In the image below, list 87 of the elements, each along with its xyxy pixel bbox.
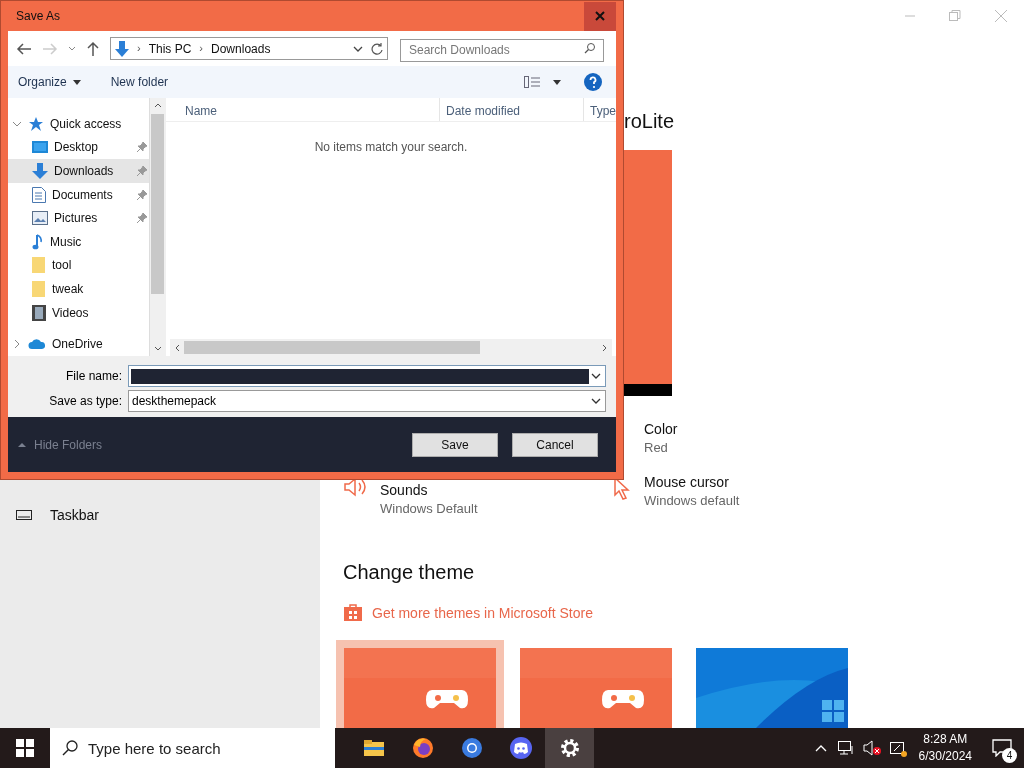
page-heading: roLite <box>624 109 675 134</box>
setting-value: Windows default <box>644 492 740 510</box>
folder-icon <box>32 280 46 297</box>
close-button[interactable] <box>584 1 616 31</box>
picture-icon <box>32 211 48 226</box>
setting-label[interactable]: Mouse cursor <box>644 473 740 491</box>
tree-item[interactable]: tweak <box>8 277 149 301</box>
setting-value: Red <box>644 439 669 457</box>
tree-item[interactable]: Quick access <box>50 114 122 133</box>
taskbar-app[interactable] <box>545 728 594 768</box>
film-icon <box>32 304 46 321</box>
window-title: Save As <box>16 8 61 25</box>
column-header[interactable]: Type <box>584 98 616 121</box>
field-label: Save as type: <box>48 393 123 410</box>
cloud-icon <box>28 338 46 351</box>
new-folder-button[interactable]: New folder <box>110 73 169 91</box>
hide-folders-button[interactable]: Hide Folders <box>18 435 103 454</box>
notification-icon[interactable] <box>992 739 1012 757</box>
breadcrumb-item[interactable]: Downloads <box>211 39 271 58</box>
setting-label[interactable]: Color <box>644 420 678 438</box>
chevron-up-icon[interactable] <box>814 744 827 752</box>
caret-icon <box>72 79 81 85</box>
pin-icon[interactable] <box>137 189 147 200</box>
column-header[interactable]: Date modified <box>440 98 584 121</box>
folder-icon <box>32 257 46 274</box>
breadcrumb-separator[interactable]: › <box>199 40 204 57</box>
save-as-type-dropdown[interactable]: deskthemepack <box>128 390 606 412</box>
column-header[interactable]: Name <box>166 98 440 121</box>
tree-item[interactable]: OneDrive <box>52 335 103 354</box>
search-field[interactable]: Search Downloads <box>400 38 604 62</box>
up-arrow-icon[interactable] <box>86 40 100 57</box>
sidebar-item[interactable]: Taskbar <box>50 505 100 526</box>
chevron-down-icon[interactable] <box>589 372 603 380</box>
scrollbar[interactable] <box>149 98 166 356</box>
taskbar-icon <box>16 509 32 522</box>
help-icon[interactable] <box>584 73 602 91</box>
notification-badge: 4 <box>1002 748 1017 763</box>
setting-label[interactable]: Sounds <box>380 481 478 499</box>
star-icon <box>28 115 44 132</box>
search-icon <box>584 42 596 54</box>
clock-date[interactable]: 6/30/2024 <box>918 748 972 765</box>
field-label: File name: <box>64 368 123 385</box>
windows-start-icon[interactable] <box>16 739 34 757</box>
chat-app-icon <box>508 736 533 760</box>
tree-item[interactable]: tool <box>8 253 149 278</box>
music-note-icon <box>32 233 44 250</box>
save-button[interactable]: Save <box>412 432 498 457</box>
file-name-field[interactable] <box>128 365 606 387</box>
search-icon <box>62 740 78 756</box>
pin-icon[interactable] <box>137 213 147 224</box>
organize-menu[interactable]: Organize <box>18 73 81 91</box>
address-bar[interactable]: › This PC › Downloads <box>110 37 388 60</box>
tree-item[interactable]: Desktop <box>8 135 149 160</box>
desktop-icon <box>32 140 48 155</box>
chevron-down-icon[interactable] <box>589 397 603 405</box>
section-heading: Change theme <box>343 560 475 585</box>
cancel-button[interactable]: Cancel <box>512 432 598 457</box>
tree-item[interactable]: Documents <box>8 182 149 207</box>
tree-item[interactable]: Pictures <box>8 206 149 230</box>
muted-speaker-icon[interactable] <box>862 740 881 756</box>
back-arrow-icon[interactable] <box>16 41 32 56</box>
chevron-right-icon[interactable] <box>12 339 22 350</box>
fox-globe-icon <box>410 736 435 760</box>
document-icon <box>32 186 46 203</box>
theme-tile[interactable] <box>336 640 504 728</box>
caret-up-icon <box>18 442 26 447</box>
close-icon <box>595 11 605 21</box>
battery-icon[interactable] <box>888 739 907 757</box>
view-options-icon[interactable] <box>524 76 562 88</box>
clock-time[interactable]: 8:28 AM <box>923 731 968 748</box>
breadcrumb-separator[interactable]: › <box>137 40 141 57</box>
pin-icon[interactable] <box>137 142 147 153</box>
setting-value: Windows Default <box>380 500 478 518</box>
empty-message: No items match your search. <box>314 139 468 156</box>
tree-item[interactable]: Downloads <box>8 159 149 183</box>
taskbar-search-field[interactable]: Type here to search <box>50 728 335 768</box>
download-icon <box>32 163 48 179</box>
circle-browser-icon <box>459 736 484 760</box>
store-icon <box>343 602 363 622</box>
tree-item[interactable]: Videos <box>8 300 149 325</box>
network-icon[interactable] <box>836 740 855 756</box>
download-icon <box>115 40 129 57</box>
breadcrumb-item[interactable]: This PC <box>148 39 192 58</box>
tree-item[interactable]: Music <box>8 229 149 254</box>
refresh-icon[interactable] <box>371 42 383 55</box>
chevron-down-icon[interactable] <box>353 45 363 52</box>
scrollbar[interactable] <box>170 339 612 356</box>
